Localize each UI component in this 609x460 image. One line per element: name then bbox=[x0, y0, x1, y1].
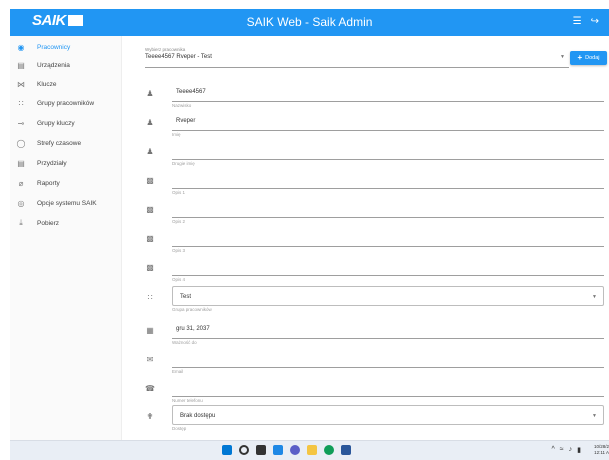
battery-icon[interactable]: ▮ bbox=[577, 446, 581, 454]
group-icon: ∷ bbox=[147, 293, 153, 302]
field-numer-telefonu: ☎ Numer telefonu bbox=[122, 377, 609, 406]
edge-icon[interactable] bbox=[324, 445, 334, 455]
chevron-down-icon: ▼ bbox=[592, 413, 597, 419]
file-explorer-icon[interactable] bbox=[307, 445, 317, 455]
chevron-down-icon: ▼ bbox=[560, 54, 565, 60]
opis-2-input[interactable] bbox=[172, 198, 604, 218]
app-header: SAIK SAIK Web - Saik Admin ☰ ↪ bbox=[10, 9, 609, 36]
plus-icon: + bbox=[577, 53, 583, 62]
report-icon: ⌀ bbox=[18, 178, 24, 188]
account-circle-icon: ◉ bbox=[17, 42, 25, 52]
drugie-imie-input[interactable] bbox=[172, 140, 604, 160]
employee-form: Wybierz pracownika Teeee4567 Rveper - Te… bbox=[122, 36, 609, 440]
volume-icon[interactable]: ♪ bbox=[569, 446, 573, 454]
opis-3-input[interactable] bbox=[172, 227, 604, 247]
widgets-icon[interactable] bbox=[273, 445, 283, 455]
sidebar-item-grupy-kluczy[interactable]: ⊸ Grupy kluczy bbox=[10, 113, 122, 133]
field-opis-1: ▩ Opis 1 bbox=[122, 169, 609, 198]
windows-start-icon[interactable] bbox=[222, 445, 232, 455]
document-icon: ▩ bbox=[146, 263, 154, 272]
windows-taskbar: ^ ≈ ♪ ▮ 10/28/2 12:11 A bbox=[10, 440, 609, 460]
person-icon: ♟ bbox=[146, 118, 154, 127]
opis-1-input[interactable] bbox=[172, 169, 604, 189]
sidebar: ◉ Pracownicy ▤ Urządzenia ⋈ Klucze ∷ Gru… bbox=[10, 36, 122, 440]
field-drugie-imie: ♟ Drugie imię bbox=[122, 140, 609, 169]
download-icon: ⤓ bbox=[19, 218, 23, 227]
store-icon[interactable] bbox=[341, 445, 351, 455]
assignment-icon: ▤ bbox=[17, 158, 25, 168]
sidebar-item-pracownicy[interactable]: ◉ Pracownicy bbox=[10, 37, 122, 57]
field-opis-3: ▩ Opis 3 bbox=[122, 227, 609, 256]
person-icon: ♟ bbox=[146, 147, 154, 156]
phone-icon: ☎ bbox=[145, 384, 155, 393]
wifi-icon[interactable]: ≈ bbox=[560, 446, 564, 454]
sidebar-item-klucze[interactable]: ⋈ Klucze bbox=[10, 74, 122, 94]
sidebar-item-urzadzenia[interactable]: ▤ Urządzenia bbox=[10, 55, 122, 75]
employee-selector[interactable]: Wybierz pracownika Teeee4567 Rveper - Te… bbox=[145, 42, 569, 68]
sidebar-item-pobierz[interactable]: ⤓ Pobierz bbox=[10, 213, 122, 233]
sidebar-item-opcje-systemu[interactable]: ◎ Opcje systemu SAIK bbox=[10, 193, 122, 213]
dostep-select[interactable]: Brak dostępu ▼ bbox=[172, 405, 604, 425]
grupa-pracownikow-select[interactable]: Test ▼ bbox=[172, 286, 604, 306]
field-email: ✉ Email bbox=[122, 348, 609, 377]
opis-4-input[interactable] bbox=[172, 256, 604, 276]
sidebar-item-grupy-pracownikow[interactable]: ∷ Grupy pracowników bbox=[10, 93, 122, 113]
clock[interactable]: 10/28/2 12:11 A bbox=[585, 444, 609, 456]
language-icon[interactable]: ☰ bbox=[573, 16, 582, 27]
settings-icon: ◎ bbox=[17, 198, 25, 208]
app-title: SAIK Web - Saik Admin bbox=[246, 15, 373, 29]
logout-icon[interactable]: ↪ bbox=[591, 16, 599, 27]
device-icon: ▤ bbox=[17, 60, 25, 70]
sidebar-item-przydzialy[interactable]: ▤ Przydziały bbox=[10, 153, 122, 173]
group-icon: ∷ bbox=[18, 98, 24, 108]
key-group-icon: ⊸ bbox=[17, 118, 25, 128]
document-icon: ▩ bbox=[146, 205, 154, 214]
document-icon: ▩ bbox=[146, 176, 154, 185]
field-waznosc-do: ▦ gru 31, 2037 Ważność do bbox=[122, 319, 609, 348]
add-button[interactable]: + Dodaj bbox=[570, 51, 607, 65]
sidebar-item-strefy-czasowe[interactable]: ◯ Strefy czasowe bbox=[10, 133, 122, 153]
field-dostep: ✟ Brak dostępu ▼ Dostęp bbox=[122, 405, 609, 434]
nazwisko-input[interactable]: Teeee4567 bbox=[172, 82, 604, 102]
key-icon: ⋈ bbox=[17, 79, 25, 89]
field-opis-4: ▩ Opis 4 bbox=[122, 256, 609, 285]
document-icon: ▩ bbox=[146, 234, 154, 243]
sidebar-item-raporty[interactable]: ⌀ Raporty bbox=[10, 173, 122, 193]
field-imie: ♟ Rveper Imię bbox=[122, 111, 609, 140]
person-icon: ♟ bbox=[146, 89, 154, 98]
search-icon[interactable] bbox=[239, 445, 249, 455]
field-grupa-pracownikow: ∷ Test ▼ Grupa pracowników bbox=[122, 286, 609, 315]
calendar-icon: ▦ bbox=[146, 326, 154, 335]
email-input[interactable] bbox=[172, 348, 604, 368]
field-nazwisko: ♟ Teeee4567 Nazwisko bbox=[122, 82, 609, 111]
chat-icon[interactable] bbox=[290, 445, 300, 455]
task-view-icon[interactable] bbox=[256, 445, 266, 455]
numer-telefonu-input[interactable] bbox=[172, 377, 604, 397]
field-opis-2: ▩ Opis 2 bbox=[122, 198, 609, 227]
accessibility-icon: ✟ bbox=[146, 412, 154, 421]
waznosc-do-input[interactable]: gru 31, 2037 bbox=[172, 319, 604, 339]
clock-icon: ◯ bbox=[16, 138, 26, 148]
chevron-up-icon[interactable]: ^ bbox=[552, 446, 555, 454]
email-icon: ✉ bbox=[146, 355, 154, 364]
chevron-down-icon: ▼ bbox=[592, 294, 597, 300]
imie-input[interactable]: Rveper bbox=[172, 111, 604, 131]
